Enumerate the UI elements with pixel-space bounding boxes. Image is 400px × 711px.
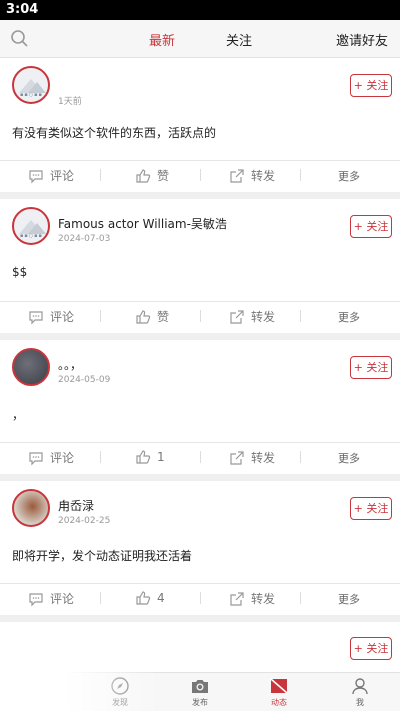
follow-button[interactable]: + 关注	[350, 497, 392, 520]
post-date: 1天前	[58, 97, 82, 107]
tab-latest[interactable]: 最新	[149, 30, 175, 49]
user-icon	[352, 678, 368, 695]
avatar[interactable]: ▪▪○▪▪	[12, 66, 50, 104]
share-icon	[230, 168, 244, 183]
post-card: ▪▪○▪▪ Famous actor William-吴敏浩 2024-07-0…	[0, 199, 400, 333]
divider	[100, 451, 101, 463]
post-author[interactable]: 甪岙渌	[58, 497, 94, 514]
thumbs-up-icon	[136, 591, 151, 605]
more-button[interactable]: 更多	[338, 450, 360, 466]
share-icon	[230, 309, 244, 324]
comment-icon	[29, 310, 43, 324]
avatar[interactable]	[12, 489, 50, 527]
like-button[interactable]: 1	[135, 449, 165, 465]
comment-label: 评论	[50, 310, 75, 324]
follow-button[interactable]: + 关注	[350, 637, 392, 660]
like-count: 赞	[157, 310, 170, 324]
post-content: 有没有类似这个软件的东西，活跃点的	[12, 126, 217, 140]
divider	[300, 310, 301, 322]
comment-icon	[29, 169, 43, 183]
nav-publish[interactable]: 发布	[170, 676, 230, 708]
divider	[300, 451, 301, 463]
post-content: ，	[12, 408, 25, 422]
avatar[interactable]: ▪▪○▪▪	[12, 207, 50, 245]
divider	[200, 592, 201, 604]
comment-button[interactable]: 评论	[28, 590, 74, 607]
follow-button[interactable]: + 关注	[350, 215, 392, 238]
nav-label: 我	[356, 698, 364, 707]
share-button[interactable]: 转发	[229, 590, 275, 607]
feed-icon	[270, 678, 288, 694]
post-card: 甪岙渌 2024-02-25 + 关注 即将开学，发个动态证明我还活着 评论 4…	[0, 481, 400, 615]
share-label: 转发	[251, 310, 276, 324]
status-time: 3:04	[6, 2, 39, 17]
post-author[interactable]: 。。，	[58, 356, 82, 373]
divider	[200, 169, 201, 181]
camera-icon	[192, 680, 208, 693]
comment-icon	[29, 592, 43, 606]
nav-feed[interactable]: 动态	[249, 676, 309, 708]
thumbs-up-icon	[136, 450, 151, 464]
comment-button[interactable]: 评论	[28, 167, 74, 184]
comment-button[interactable]: 评论	[28, 308, 74, 325]
more-button[interactable]: 更多	[338, 591, 360, 607]
post-actions: 评论 赞 转发 更多	[0, 301, 400, 329]
thumbs-up-icon	[136, 309, 151, 324]
share-button[interactable]: 转发	[229, 308, 275, 325]
divider	[300, 592, 301, 604]
follow-button[interactable]: + 关注	[350, 356, 392, 379]
top-bar: 最新 关注 邀请好友	[0, 20, 400, 58]
divider	[200, 310, 201, 322]
post-card: ▪▪○▪▪ 1天前 + 关注 有没有类似这个软件的东西，活跃点的 评论 赞 转发…	[0, 58, 400, 192]
nav-me[interactable]: 我	[330, 676, 390, 708]
like-button[interactable]: 赞	[135, 308, 169, 325]
comment-button[interactable]: 评论	[28, 449, 74, 466]
share-label: 转发	[251, 169, 276, 183]
post-actions: 评论 赞 转发 更多	[0, 160, 400, 188]
comment-label: 评论	[50, 169, 75, 183]
nav-label: 动态	[271, 698, 287, 707]
like-count: 赞	[157, 169, 170, 183]
share-icon	[230, 591, 244, 606]
share-label: 转发	[251, 592, 276, 606]
share-label: 转发	[251, 451, 276, 465]
divider	[100, 169, 101, 181]
overlay-fade	[0, 630, 160, 711]
share-button[interactable]: 转发	[229, 449, 275, 466]
tab-following[interactable]: 关注	[226, 30, 252, 49]
post-author[interactable]: Famous actor William-吴敏浩	[58, 215, 227, 232]
divider	[200, 451, 201, 463]
invite-friends-button[interactable]: 邀请好友	[336, 30, 388, 49]
like-count: 1	[157, 450, 165, 464]
post-content: $$	[12, 265, 28, 279]
comment-label: 评论	[50, 592, 75, 606]
post-date: 2024-02-25	[58, 516, 111, 526]
comment-label: 评论	[50, 451, 75, 465]
divider	[300, 169, 301, 181]
post-date: 2024-05-09	[58, 375, 111, 385]
like-button[interactable]: 4	[135, 590, 165, 606]
like-button[interactable]: 赞	[135, 167, 169, 184]
like-count: 4	[157, 591, 165, 605]
post-date: 2024-07-03	[58, 234, 111, 244]
avatar[interactable]	[12, 348, 50, 386]
nav-label: 发布	[192, 698, 208, 707]
thumbs-up-icon	[136, 168, 151, 183]
more-button[interactable]: 更多	[338, 168, 360, 184]
share-button[interactable]: 转发	[229, 167, 275, 184]
post-card: 。。， 2024-05-09 + 关注 ， 评论 1 转发 更多	[0, 340, 400, 474]
divider	[100, 310, 101, 322]
post-actions: 评论 1 转发 更多	[0, 442, 400, 470]
search-icon[interactable]	[10, 29, 30, 49]
more-button[interactable]: 更多	[338, 309, 360, 325]
share-icon	[230, 450, 244, 465]
status-bar: 3:04	[0, 0, 400, 20]
comment-icon	[29, 451, 43, 465]
divider	[100, 592, 101, 604]
post-content: 即将开学，发个动态证明我还活着	[12, 549, 193, 563]
follow-button[interactable]: + 关注	[350, 74, 392, 97]
post-actions: 评论 4 转发 更多	[0, 583, 400, 611]
